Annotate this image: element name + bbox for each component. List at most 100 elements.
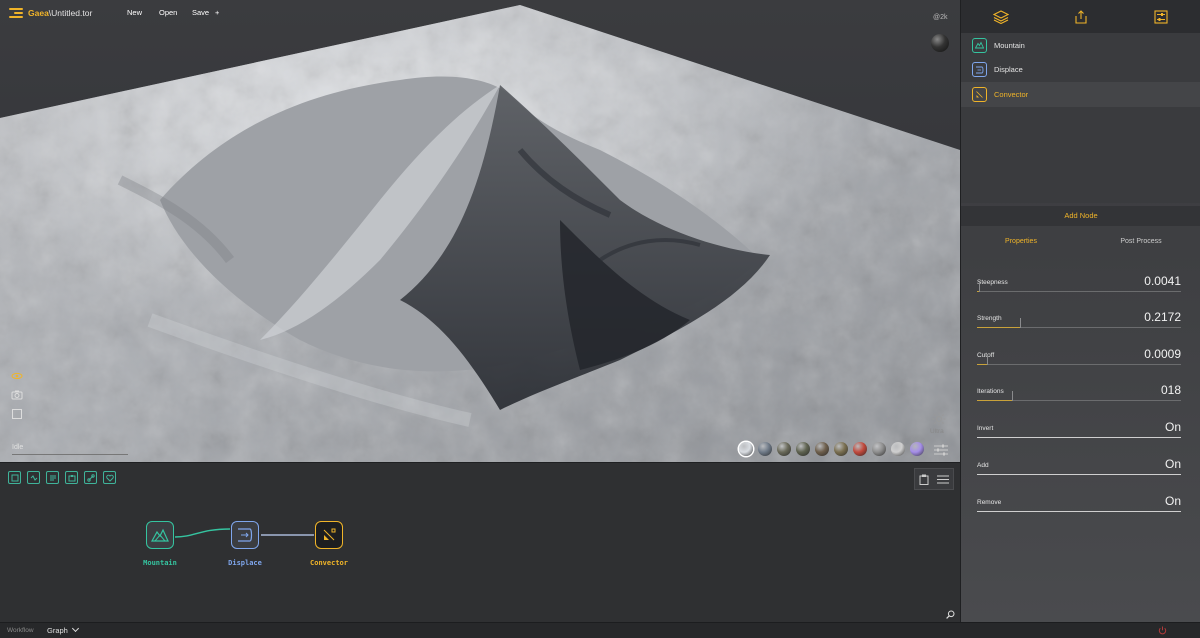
material-swatch[interactable] [891,442,905,456]
layers-icon [993,9,1009,24]
tab-export[interactable] [1071,7,1091,27]
workflow-mode-dropdown[interactable]: Graph [47,624,79,635]
toggle-value[interactable]: On [1165,457,1181,471]
open-button[interactable]: Open [159,8,177,17]
search-icon[interactable] [946,610,955,619]
panel-tabs [961,0,1200,33]
displace-icon [972,62,987,78]
property-label: Invert [977,425,994,432]
frame-icon[interactable] [11,408,23,420]
property-label: Remove [977,499,1002,506]
save-button[interactable]: Save [192,8,209,17]
property-value[interactable]: 0.2172 [1144,310,1181,324]
node-connections [174,528,314,538]
app-title: Gaea\Untitled.tor [28,8,92,18]
viewport-tools [11,370,23,420]
graph-node-convector[interactable] [315,521,343,549]
slider-handle[interactable] [1020,318,1021,328]
property-strength[interactable]: Strength 0.2172 [977,302,1181,328]
tab-properties[interactable]: Properties [961,231,1081,253]
mountain-icon [151,528,169,542]
property-label: Iterations [977,388,1004,395]
slider-handle[interactable] [979,282,980,292]
material-swatch[interactable] [834,442,848,456]
toggle-underline [977,474,1181,475]
camera-icon[interactable] [11,389,23,401]
graph-node-convector-label: Convector [310,559,348,567]
material-swatch[interactable] [815,442,829,456]
property-label: Add [977,462,989,469]
material-swatch[interactable] [910,442,924,456]
node-list-item-mountain[interactable]: Mountain [961,33,1200,58]
graph-node-displace-label: Displace [228,559,262,567]
power-icon[interactable] [1158,626,1167,635]
slider-handle[interactable] [1012,391,1013,401]
resolution-label[interactable]: @2k [933,14,948,21]
chevron-down-icon [71,624,79,633]
graph-node-displace[interactable] [231,521,259,549]
material-swatch[interactable] [739,442,753,456]
displace-icon [238,528,253,542]
property-add[interactable]: Add On [977,449,1181,475]
new-button[interactable]: New [127,8,142,17]
node-graph-panel[interactable]: Mountain Displace Convector [0,462,960,622]
right-panel: Mountain Displace Convector Add Node Pro… [960,0,1200,622]
material-swatches [739,442,924,456]
tab-layers[interactable] [991,7,1011,27]
file-name: Untitled.tor [51,8,93,18]
bottom-status-bar: Workflow Graph [0,622,1200,638]
property-label: Strength [977,315,1002,322]
hamburger-menu-icon[interactable] [9,8,23,18]
export-icon [1075,9,1087,24]
property-value[interactable]: 018 [1161,383,1181,397]
convector-icon [323,528,336,541]
toggle-underline [977,437,1181,438]
node-list: Mountain Displace Convector [961,33,1200,203]
tab-post-process[interactable]: Post Process [1081,231,1200,253]
material-swatch[interactable] [758,442,772,456]
property-iterations[interactable]: Iterations 018 [977,375,1181,401]
material-sphere-icon[interactable] [931,34,949,52]
graph-node-mountain-label: Mountain [143,559,177,567]
terrain-render[interactable] [0,0,960,462]
node-list-label: Mountain [994,40,1025,50]
slider-track[interactable] [977,291,1181,292]
property-cutoff[interactable]: Cutoff 0.0009 [977,339,1181,365]
tab-settings[interactable] [1151,7,1171,27]
property-label: Cutoff [977,352,995,359]
convector-icon [972,86,987,102]
material-swatch[interactable] [796,442,810,456]
toggle-underline [977,511,1181,512]
node-list-label: Displace [994,65,1023,75]
toggle-value[interactable]: On [1165,494,1181,508]
sliders-icon[interactable] [934,444,948,456]
material-swatch[interactable] [872,442,886,456]
toggle-value[interactable]: On [1165,420,1181,434]
slider-fill [977,327,1020,328]
add-node-button[interactable]: Add Node [961,206,1200,226]
property-steepness[interactable]: Steepness 0.0041 [977,266,1181,292]
node-list-item-displace[interactable]: Displace [961,58,1200,83]
property-value[interactable]: 0.0009 [1144,347,1181,361]
slider-handle[interactable] [987,355,988,365]
property-tabs: Properties Post Process [961,231,1200,253]
property-value[interactable]: 0.0041 [1144,274,1181,288]
wire-mountain-displace [174,528,231,538]
slider-fill [977,400,1012,401]
gaea-app-window: Gaea\Untitled.tor New Open Save + @2k Id… [0,0,1200,638]
material-swatch[interactable] [777,442,791,456]
material-swatch[interactable] [853,442,867,456]
graph-node-mountain[interactable] [146,521,174,549]
property-remove[interactable]: Remove On [977,486,1181,512]
3d-viewport[interactable]: Gaea\Untitled.tor New Open Save + @2k Id… [0,0,960,462]
node-list-item-convector[interactable]: Convector [961,82,1200,107]
quality-label[interactable]: Ultra [930,428,944,435]
eye-icon[interactable] [11,370,23,382]
property-invert[interactable]: Invert On [977,412,1181,438]
settings-icon [1154,9,1168,24]
slider-track[interactable] [977,364,1181,365]
add-tab-button[interactable]: + [215,8,219,17]
progress-line [12,454,128,455]
workflow-mode-value: Graph [47,626,68,635]
sun-icon[interactable] [932,412,946,426]
